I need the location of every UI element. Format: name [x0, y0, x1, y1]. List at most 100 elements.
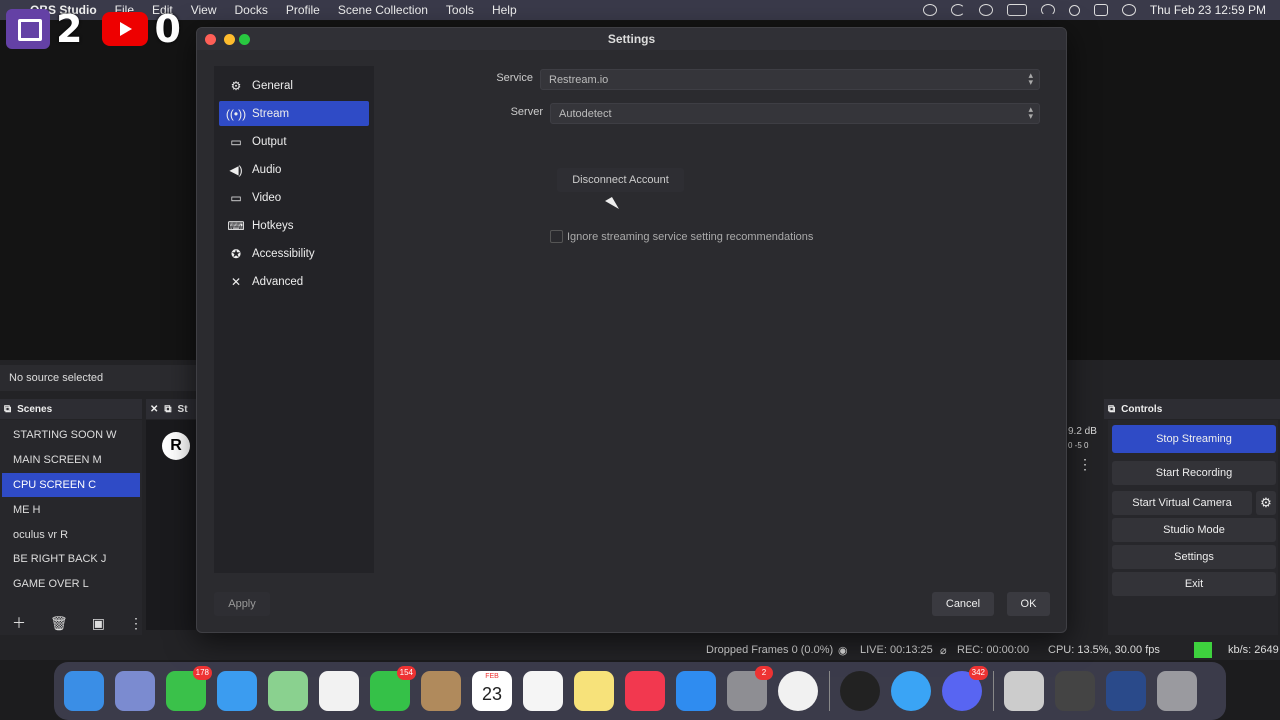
nav-stream[interactable]: ((•)) Stream	[219, 101, 369, 126]
start-recording-button[interactable]: Start Recording	[1112, 461, 1276, 485]
filter-icon[interactable]: ▣	[92, 615, 105, 632]
menu-profile[interactable]: Profile	[286, 3, 320, 17]
mail-icon[interactable]	[217, 671, 257, 711]
live-time: LIVE: 00:13:25	[860, 644, 933, 656]
nav-label: Stream	[252, 107, 290, 120]
zoom-window-button[interactable]	[239, 34, 250, 45]
exit-button[interactable]: Exit	[1112, 572, 1276, 596]
gear-icon[interactable]: ⚙	[1256, 491, 1276, 515]
apply-button[interactable]: Apply	[214, 592, 270, 616]
menu-help[interactable]: Help	[492, 3, 517, 17]
maps-icon[interactable]	[268, 671, 308, 711]
add-icon[interactable]: ＋	[12, 613, 26, 633]
dock-float-icon[interactable]: ⧉	[4, 404, 11, 415]
system-settings-icon[interactable]: 2	[727, 666, 773, 711]
scene-item[interactable]: BE RIGHT BACK J	[2, 547, 140, 572]
obs-status-icon[interactable]	[922, 4, 937, 16]
minimize-window-button[interactable]	[224, 34, 235, 45]
messages-icon[interactable]: 178	[166, 666, 212, 711]
nav-audio[interactable]: ◀) Audio	[219, 157, 369, 182]
dock-float-icon[interactable]: ⧉	[164, 404, 171, 415]
wifi-icon[interactable]	[1040, 4, 1055, 16]
youtube-logo-icon	[102, 12, 149, 46]
studio-mode-button[interactable]: Studio Mode	[1112, 518, 1276, 542]
music-icon[interactable]	[625, 671, 665, 711]
service-value: Restream.io	[549, 74, 609, 86]
reminders-icon[interactable]	[523, 671, 563, 711]
dock-float-icon[interactable]: ⧉	[1108, 404, 1115, 415]
nav-label: Output	[252, 135, 287, 148]
chevron-updown-icon: ▴ ▾	[1028, 70, 1033, 87]
chrome-icon[interactable]	[778, 671, 818, 711]
disconnect-account-button[interactable]: Disconnect Account	[557, 168, 684, 192]
obs-status-bar: Dropped Frames 0 (0.0%) ◉ LIVE: 00:13:25…	[0, 640, 1280, 660]
scene-item[interactable]: STARTING SOON W	[2, 423, 140, 448]
gear-icon: ⚙	[230, 78, 242, 93]
accessibility-icon: ✪	[230, 246, 242, 261]
cancel-button[interactable]: Cancel	[932, 592, 994, 616]
launchpad-icon[interactable]	[115, 671, 155, 711]
audio-mixer-partial: 9.2 dB 0 -5 0 ⋮	[1068, 420, 1102, 490]
notes-icon[interactable]	[574, 671, 614, 711]
app-store-icon[interactable]	[676, 671, 716, 711]
facetime-icon[interactable]: 154	[370, 666, 416, 711]
controls-dock-header: ⧉ Controls	[1104, 399, 1280, 419]
obs-icon[interactable]	[840, 671, 880, 711]
ok-button[interactable]: OK	[1007, 592, 1050, 616]
menu-clock[interactable]: Thu Feb 23 12:59 PM	[1150, 3, 1266, 17]
control-center-icon[interactable]	[1093, 4, 1108, 16]
twitch-count: 2	[56, 7, 83, 51]
menu-tools[interactable]: Tools	[446, 3, 474, 17]
search-icon[interactable]	[1068, 4, 1080, 16]
menu-docks[interactable]: Docks	[235, 3, 268, 17]
close-icon[interactable]: ✕	[150, 404, 158, 415]
downloads-stack-icon[interactable]	[1106, 671, 1146, 711]
calendar-day: 23	[481, 684, 503, 704]
close-window-button[interactable]	[205, 34, 216, 45]
service-select[interactable]: Restream.io ▴ ▾	[540, 69, 1040, 90]
ignore-recommendations-checkbox[interactable]	[550, 230, 563, 243]
settings-button[interactable]: Settings	[1112, 545, 1276, 569]
siri-icon[interactable]	[1121, 4, 1136, 16]
more-icon[interactable]: ⋮	[129, 615, 143, 632]
nav-video[interactable]: ▭ Video	[219, 185, 369, 210]
ignore-recommendations-label[interactable]: Ignore streaming service setting recomme…	[567, 231, 813, 243]
stop-streaming-button[interactable]: Stop Streaming	[1112, 425, 1276, 453]
safari-icon[interactable]	[891, 671, 931, 711]
airdrop-icon[interactable]	[978, 4, 993, 16]
chevron-updown-icon: ▴ ▾	[1028, 104, 1033, 121]
nav-advanced[interactable]: ✕ Advanced	[219, 269, 369, 294]
nav-label: Video	[252, 191, 282, 204]
battery-icon[interactable]	[1006, 4, 1027, 16]
server-select[interactable]: Autodetect ▴ ▾	[550, 103, 1040, 124]
calculator-thumbnail[interactable]	[1055, 671, 1095, 711]
menu-view[interactable]: View	[191, 3, 217, 17]
more-icon[interactable]: ⋮	[1078, 456, 1102, 473]
scene-item[interactable]: ME H	[2, 497, 140, 522]
scene-item[interactable]: GAME OVER L	[2, 572, 140, 597]
nav-general[interactable]: ⚙ General	[219, 73, 369, 98]
nav-hotkeys[interactable]: ⌨ Hotkeys	[219, 213, 369, 238]
trash-icon[interactable]	[1157, 671, 1197, 711]
menu-scene-collection[interactable]: Scene Collection	[338, 3, 428, 17]
start-virtual-camera-button[interactable]: Start Virtual Camera	[1112, 491, 1252, 515]
nav-output[interactable]: ▭ Output	[219, 129, 369, 154]
twitch-logo-icon	[6, 9, 50, 49]
calendar-month: FEB	[485, 673, 499, 680]
discord-icon[interactable]: 342	[942, 666, 988, 711]
trash-icon[interactable]: 🗑	[50, 615, 68, 632]
settings-dialog: Settings ⚙ General ((•)) Stream ▭ Output ◀)…	[196, 27, 1067, 633]
moon-icon[interactable]	[950, 4, 965, 16]
contacts-icon[interactable]	[421, 671, 461, 711]
scene-item[interactable]: MAIN SCREEN M	[2, 448, 140, 473]
photos-icon[interactable]	[319, 671, 359, 711]
finder-icon[interactable]	[64, 671, 104, 711]
scenes-title: Scenes	[17, 403, 53, 415]
scene-item-active[interactable]: CPU SCREEN C	[2, 472, 140, 498]
nav-accessibility[interactable]: ✪ Accessibility	[219, 241, 369, 266]
settings-titlebar: Settings	[197, 28, 1066, 50]
calendar-icon[interactable]: FEB 23	[472, 671, 512, 711]
sources-dock-header: ✕ ⧉ St	[146, 399, 196, 419]
scene-item[interactable]: oculus vr R	[2, 522, 140, 547]
chrome-window-thumbnail[interactable]	[1004, 671, 1044, 711]
